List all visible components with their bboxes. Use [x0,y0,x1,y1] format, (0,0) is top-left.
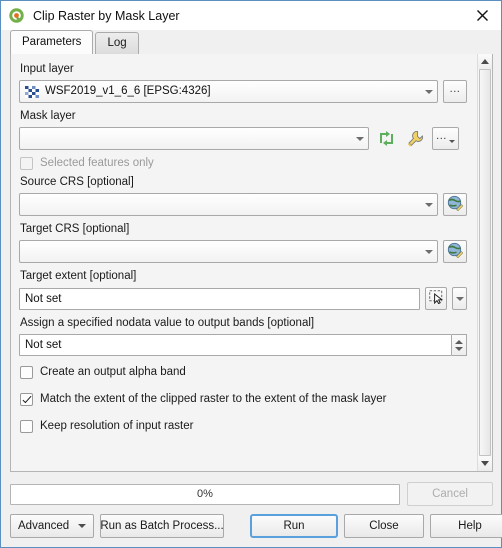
advanced-button[interactable]: Advanced [10,514,94,538]
parameters-panel: Input layer WSF2019_v1_6_6 [EPSG:4326] .… [11,54,477,471]
chevron-down-icon [425,89,433,94]
advanced-label: Advanced [18,520,70,532]
source-crs-row [19,193,467,216]
parameters-scrollbar[interactable] [477,54,492,471]
select-extent-on-canvas-icon [428,290,444,307]
close-icon[interactable] [467,3,497,29]
mask-layer-combo[interactable] [19,127,369,150]
selected-features-only-label: Selected features only [40,157,154,169]
progress-text: 0% [197,488,213,500]
create-alpha-band-row[interactable]: Create an output alpha band [20,362,467,383]
mask-layer-browse-label: ... [436,130,447,142]
qgis-logo-icon [8,7,25,24]
selected-features-only-checkbox [20,157,33,170]
scroll-down-icon[interactable] [478,456,492,471]
spin-down-icon[interactable] [455,346,463,351]
match-extent-label: Match the extent of the clipped raster t… [40,393,387,405]
chevron-down-icon [455,296,464,301]
target-extent-value: Not set [25,292,62,305]
input-layer-browse-button[interactable]: ... [443,80,467,103]
tab-parameters[interactable]: Parameters [10,30,94,54]
chevron-down-icon [425,202,433,207]
run-button[interactable]: Run [250,514,338,538]
close-label: Close [369,520,399,532]
progress-row: 0% Cancel [10,482,493,506]
match-extent-row[interactable]: Match the extent of the clipped raster t… [20,389,467,410]
keep-resolution-label: Keep resolution of input raster [40,420,194,432]
batch-label: Run as Batch Process... [100,520,224,532]
nodata-value-input[interactable]: Not set [19,334,452,356]
match-extent-checkbox[interactable] [20,393,33,406]
selected-features-only-row[interactable]: Selected features only [20,153,467,174]
scrollbar-thumb[interactable] [479,69,491,456]
run-label: Run [283,520,305,532]
title-bar: Clip Raster by Mask Layer [1,1,501,30]
target-crs-select-button[interactable] [443,240,467,263]
clip-raster-by-mask-layer-dialog: Clip Raster by Mask Layer Parameters Log… [0,0,502,548]
tab-bar: Parameters Log [1,30,501,54]
chevron-down-icon [78,524,86,528]
nodata-value-stepper[interactable] [452,334,467,356]
nodata-value-text: Not set [25,339,62,351]
spin-up-icon[interactable] [455,339,463,344]
crs-globe-icon [447,242,464,261]
input-layer-combo[interactable]: WSF2019_v1_6_6 [EPSG:4326] [19,80,438,103]
mask-layer-label: Mask layer [20,110,76,122]
scroll-up-icon[interactable] [478,54,492,69]
input-layer-label: Input layer [20,63,74,75]
iterate-over-features-icon[interactable] [374,127,398,150]
target-crs-row [19,240,467,263]
parameters-scroll-area: Input layer WSF2019_v1_6_6 [EPSG:4326] .… [10,53,493,472]
target-extent-row: Not set [19,287,467,310]
nodata-value-label: Assign a specified nodata value to outpu… [20,317,315,329]
keep-resolution-row[interactable]: Keep resolution of input raster [20,416,467,437]
help-label: Help [458,520,482,532]
target-extent-label: Target extent [optional] [20,270,137,282]
cancel-label: Cancel [432,488,468,500]
cancel-button: Cancel [407,482,493,506]
scrollbar-track[interactable] [478,69,492,456]
target-crs-label: Target CRS [optional] [20,223,130,235]
window-title: Clip Raster by Mask Layer [33,8,180,23]
create-alpha-band-label: Create an output alpha band [40,366,186,378]
mask-layer-browse-button[interactable]: ... [432,127,459,150]
input-layer-value: WSF2019_v1_6_6 [EPSG:4326] [45,85,211,97]
mask-layer-row: ... [19,127,467,150]
help-button[interactable]: Help [430,514,502,538]
target-extent-menu-button[interactable] [452,287,467,310]
action-buttons-row: Advanced Run as Batch Process... Run Clo… [10,514,502,538]
wrench-icon[interactable] [403,127,427,150]
nodata-value-row: Not set [19,334,467,356]
close-button[interactable]: Close [344,514,424,538]
target-extent-canvas-button[interactable] [425,287,447,310]
source-crs-combo[interactable] [19,193,438,216]
raster-layer-icon [25,85,39,98]
chevron-down-icon [448,139,455,143]
target-crs-combo[interactable] [19,240,438,263]
crs-globe-icon [447,195,464,214]
chevron-down-icon [425,249,433,254]
target-extent-input[interactable]: Not set [19,287,420,310]
dialog-footer: 0% Cancel Advanced Run as Batch Process.… [1,472,502,547]
create-alpha-band-checkbox[interactable] [20,366,33,379]
progress-bar: 0% [10,483,400,505]
input-layer-browse-label: ... [449,83,461,95]
keep-resolution-checkbox[interactable] [20,420,33,433]
input-layer-row: WSF2019_v1_6_6 [EPSG:4326] ... [19,80,467,103]
run-as-batch-process-button[interactable]: Run as Batch Process... [100,514,224,538]
tab-log[interactable]: Log [95,32,139,54]
source-crs-label: Source CRS [optional] [20,176,134,188]
source-crs-select-button[interactable] [443,193,467,216]
chevron-down-icon [356,136,364,141]
